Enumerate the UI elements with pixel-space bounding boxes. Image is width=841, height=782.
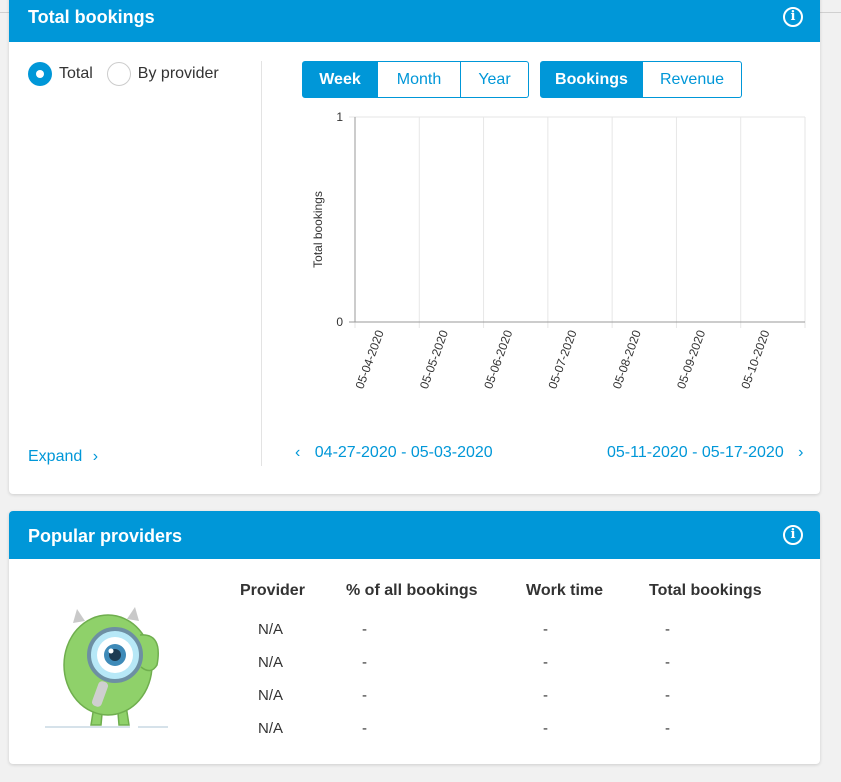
column-header-percent-bookings: % of all bookings (346, 582, 478, 599)
chevron-left-icon: ‹ (295, 444, 301, 461)
percent-cell: - (362, 687, 367, 704)
total-bookings-cell: - (665, 687, 670, 704)
chart-x-tick-label: 05-05-2020 (417, 328, 451, 391)
provider-cell: N/A (258, 654, 284, 671)
mascot-illustration (45, 607, 168, 728)
week-button[interactable]: Week (302, 61, 378, 98)
work-time-cell: - (543, 621, 548, 638)
total-bookings-title: Total bookings (28, 7, 155, 27)
chart-y-ticks: 01 (336, 110, 343, 329)
percent-cell: - (362, 621, 367, 638)
popular-providers-card: Popular providers i Provider % of all bo… (9, 511, 820, 764)
view-mode-radio-group: Total By provider (28, 62, 233, 86)
popular-providers-header: Popular providers i (9, 511, 820, 559)
total-bookings-header: Total bookings i (9, 0, 820, 42)
popular-providers-title: Popular providers (28, 526, 183, 546)
total-radio[interactable] (28, 62, 52, 86)
chart-x-tick-label: 05-06-2020 (481, 328, 515, 391)
work-time-cell: - (543, 687, 548, 704)
chart-x-tick-label: 05-09-2020 (674, 328, 708, 391)
chevron-right-icon: › (798, 444, 804, 461)
panel-divider (261, 61, 262, 466)
info-icon[interactable]: i (783, 7, 803, 27)
metric-button-group: Bookings Revenue (540, 61, 742, 98)
year-button[interactable]: Year (461, 61, 529, 98)
total-bookings-cell: - (665, 720, 670, 737)
previous-range-label: 04-27-2020 - 05-03-2020 (314, 444, 493, 461)
previous-range-link[interactable]: ‹ 04-27-2020 - 05-03-2020 (295, 444, 493, 462)
chevron-right-icon: › (92, 448, 99, 465)
chart-x-tick-label: 05-08-2020 (610, 328, 644, 391)
total-bookings-cell: - (665, 621, 670, 638)
expand-label: Expand (28, 448, 83, 465)
chart-x-tick-label: 05-04-2020 (353, 328, 387, 391)
column-header-provider: Provider (240, 582, 305, 599)
month-button[interactable]: Month (378, 61, 461, 98)
provider-cell: N/A (258, 621, 284, 638)
total-radio-label[interactable]: Total (59, 65, 93, 83)
total-bookings-chart: 01 05-04-2020 05-05-2020 05-06-2020 05-07-2… (311, 110, 806, 391)
by-provider-radio-label[interactable]: By provider (138, 65, 219, 83)
expand-link[interactable]: Expand › (28, 448, 98, 466)
bookings-button[interactable]: Bookings (540, 61, 643, 98)
info-icon[interactable]: i (783, 525, 803, 545)
period-button-group: Week Month Year (302, 61, 529, 98)
chart-x-tick-label: 05-10-2020 (738, 328, 772, 391)
total-bookings-card: Total bookings i Total By provider Expan… (9, 0, 820, 494)
chart-y-tick-label: 0 (336, 315, 343, 329)
next-range-label: 05-11-2020 - 05-17-2020 (607, 444, 784, 461)
percent-cell: - (362, 720, 367, 737)
work-time-cell: - (543, 720, 548, 737)
chart-y-axis-label: Total bookings (311, 191, 325, 268)
chart-y-tick-label: 1 (336, 110, 343, 124)
chart-x-tick-label: 05-07-2020 (545, 328, 579, 391)
percent-cell: - (362, 654, 367, 671)
revenue-button[interactable]: Revenue (643, 61, 742, 98)
work-time-cell: - (543, 654, 548, 671)
next-range-link[interactable]: 05-11-2020 - 05-17-2020 › (607, 444, 804, 462)
provider-cell: N/A (258, 720, 284, 737)
provider-cell: N/A (258, 687, 284, 704)
column-header-total-bookings: Total bookings (649, 582, 762, 599)
total-bookings-cell: - (665, 654, 670, 671)
chart-grid (349, 116, 806, 328)
chart-x-labels: 05-04-2020 05-05-2020 05-06-2020 05-07-2020… (353, 328, 773, 391)
by-provider-radio[interactable] (106, 62, 131, 86)
column-header-work-time: Work time (526, 582, 604, 599)
